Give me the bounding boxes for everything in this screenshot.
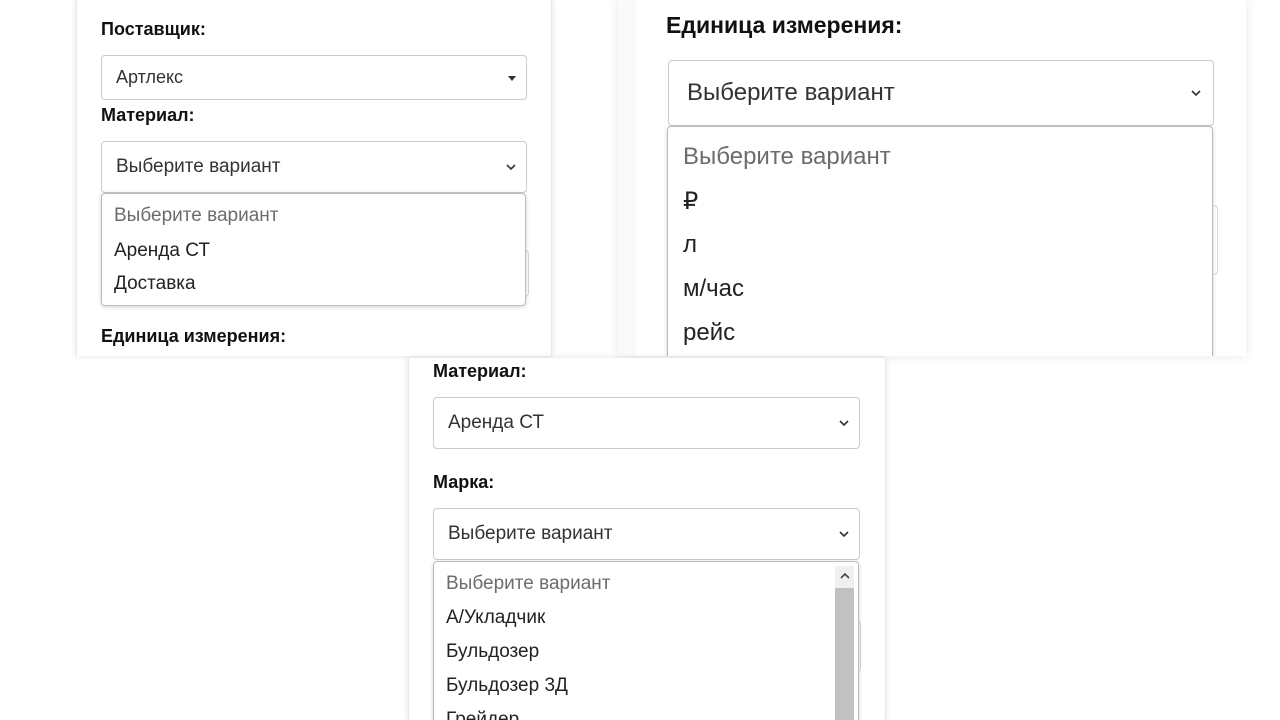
right-form-panel: Единица измерения: Выберите вариант Выбе…: [618, 0, 1246, 356]
material-select[interactable]: Выберите вариант: [101, 141, 527, 193]
material-option[interactable]: Доставка: [114, 273, 196, 295]
unit-option[interactable]: л: [683, 231, 697, 259]
material-label: Материал:: [101, 105, 195, 125]
brand-option[interactable]: Грейдер: [446, 709, 519, 720]
caret-down-icon: [508, 75, 516, 81]
brand-option[interactable]: Выберите вариант: [446, 573, 610, 595]
material-option[interactable]: Выберите вариант: [114, 205, 278, 227]
material-dropdown-list[interactable]: Выберите вариант Аренда СТ Доставка: [101, 193, 526, 306]
unit-option[interactable]: рейс: [683, 319, 735, 347]
brand-option[interactable]: Бульдозер 3Д: [446, 675, 568, 697]
supplier-select[interactable]: Артлекс: [101, 55, 527, 100]
material-label: Материал:: [433, 361, 527, 381]
chevron-down-icon: [506, 164, 516, 171]
scroll-thumb[interactable]: [835, 588, 854, 720]
brand-select-value: Выберите вариант: [448, 523, 613, 544]
unit-label: Единица измерения:: [101, 326, 287, 346]
unit-option[interactable]: ₽: [683, 187, 698, 216]
unit-label: Единица измерения:: [666, 12, 903, 38]
supplier-label: Поставщик:: [101, 19, 206, 39]
right-form-card: Единица измерения: Выберите вариант Выбе…: [636, 0, 1246, 356]
unit-option[interactable]: м/час: [683, 275, 744, 303]
material-select-value: Выберите вариант: [116, 156, 281, 177]
brand-option[interactable]: Бульдозер: [446, 641, 539, 663]
brand-label: Марка:: [433, 472, 495, 492]
material-select[interactable]: Аренда СТ: [433, 397, 860, 449]
brand-option[interactable]: А/Укладчик: [446, 607, 545, 629]
chevron-up-icon: [839, 572, 850, 579]
dropdown-scrollbar[interactable]: [835, 566, 854, 720]
chevron-down-icon: [1191, 90, 1201, 97]
unit-select[interactable]: Выберите вариант: [668, 60, 1214, 126]
brand-dropdown-list[interactable]: Выберите вариант А/Укладчик Бульдозер Бу…: [433, 561, 859, 720]
supplier-select-value: Артлекс: [116, 67, 184, 87]
bottom-form-panel: Материал: Аренда СТ Марка: Выберите вари…: [408, 358, 886, 720]
brand-select[interactable]: Выберите вариант: [433, 508, 860, 560]
chevron-down-icon: [839, 420, 849, 427]
material-option[interactable]: Аренда СТ: [114, 240, 210, 262]
unit-option[interactable]: Выберите вариант: [683, 143, 891, 171]
material-select-value: Аренда СТ: [448, 412, 544, 433]
unit-dropdown-list[interactable]: Выберите вариант ₽ л м/час рейс: [667, 126, 1213, 356]
left-form-panel: Поставщик: Артлекс Материал: Выберите ва…: [76, 0, 552, 356]
unit-select-value: Выберите вариант: [687, 79, 895, 106]
chevron-down-icon: [839, 531, 849, 538]
scroll-up-button[interactable]: [835, 566, 854, 586]
